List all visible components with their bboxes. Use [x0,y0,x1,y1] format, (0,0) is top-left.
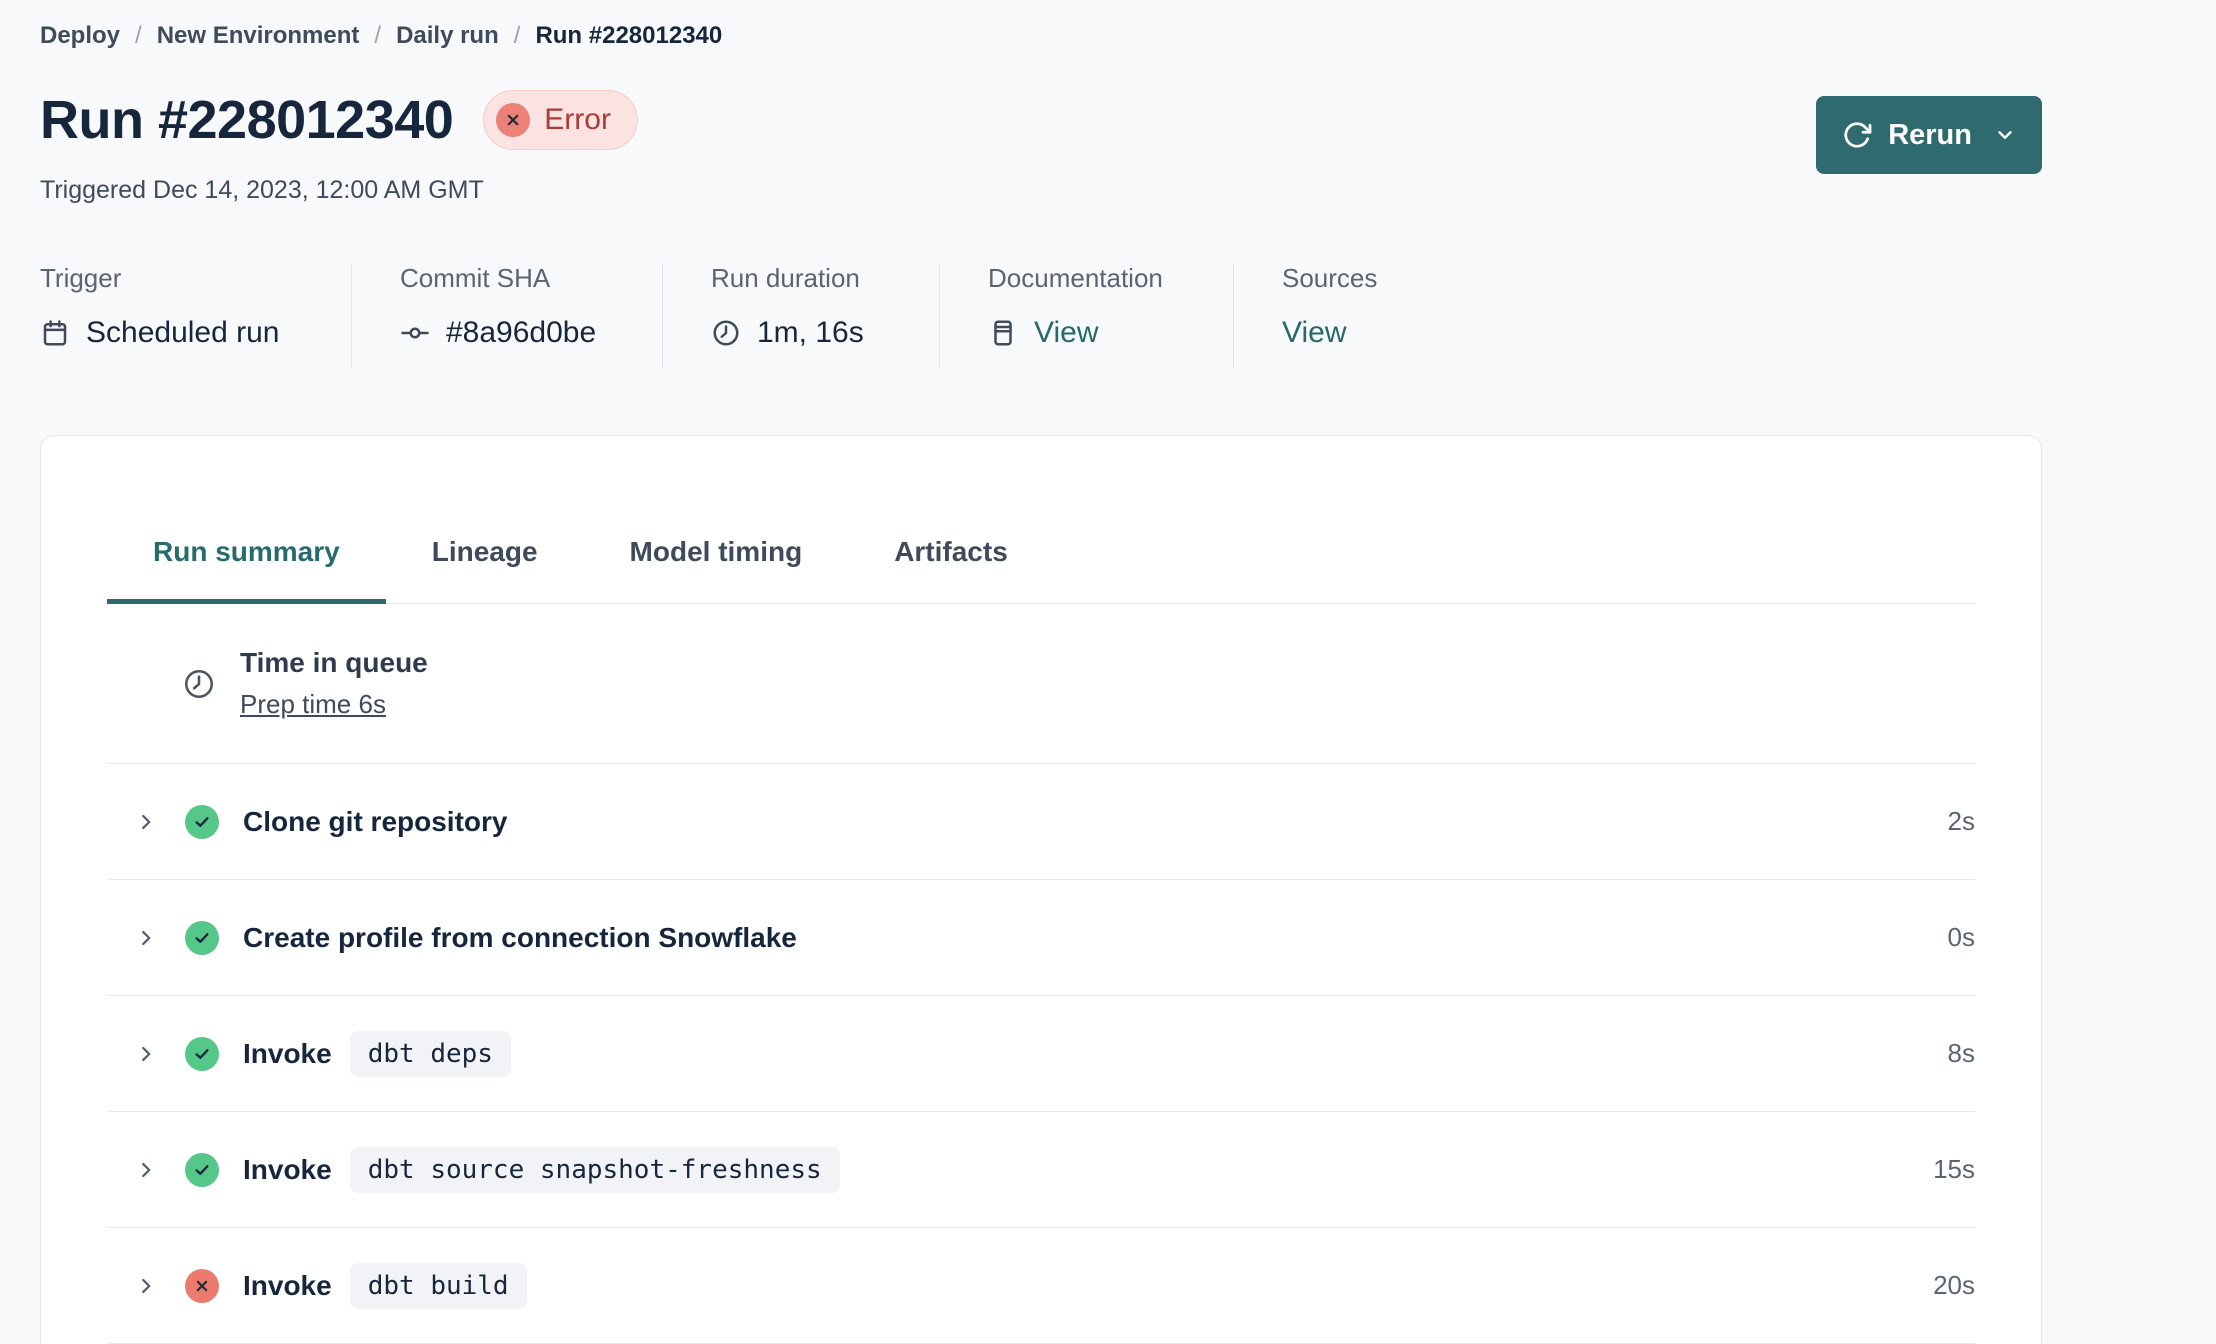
refresh-icon [1842,120,1872,150]
x-circle-icon [496,103,531,137]
chevron-down-icon[interactable] [1994,124,2016,146]
title-row: Run #228012340 Error [40,90,638,150]
meta-trigger: Trigger Scheduled run [40,263,352,369]
step-duration: 15s [1933,1154,1975,1184]
rerun-button[interactable]: Rerun [1816,96,2042,174]
step-command-chip: dbt deps [349,1030,511,1077]
documentation-view-link[interactable]: View [1034,316,1098,350]
meta-label: Commit SHA [400,263,551,293]
tab-lineage[interactable]: Lineage [386,500,584,603]
step-duration: 20s [1933,1270,1975,1300]
chevron-right-icon[interactable] [135,811,157,833]
page-title: Run #228012340 [40,90,454,150]
check-circle-icon [185,804,219,839]
x-circle-icon [185,1268,219,1303]
breadcrumb-separator: / [513,22,521,49]
step-label: Clone git repository [243,805,508,837]
step-row-dbt-deps[interactable]: Invoke dbt deps 8s [107,996,1975,1112]
chevron-right-icon[interactable] [135,1043,157,1065]
meta-label: Documentation [988,263,1163,293]
check-circle-icon [185,920,219,955]
tab-run-summary[interactable]: Run summary [107,500,386,604]
meta-label: Trigger [40,263,122,293]
breadcrumb-separator: / [135,22,142,49]
meta-commit-sha: Commit SHA #8a96d0be [352,263,663,369]
run-summary-card: Run summary Lineage Model timing Artifac… [40,435,2042,1344]
breadcrumb: Deploy / New Environment / Daily run / R… [40,22,2042,50]
tab-bar: Run summary Lineage Model timing Artifac… [107,500,1975,604]
rerun-button-label: Rerun [1888,118,1972,151]
step-duration: 8s [1947,1038,1975,1068]
run-meta-strip: Trigger Scheduled run Commit SHA #8a96d0… [40,263,2042,369]
step-duration: 2s [1947,806,1975,836]
commit-sha-value: #8a96d0be [446,316,597,349]
document-icon [988,318,1018,348]
run-duration-value: 1m, 16s [757,316,864,349]
status-badge-label: Error [544,103,611,136]
step-label: Invoke [243,1269,332,1301]
step-row-dbt-build[interactable]: Invoke dbt build 20s [107,1228,1975,1344]
meta-sources: Sources View [1234,263,1425,369]
chevron-right-icon[interactable] [135,927,157,949]
check-circle-icon [185,1152,219,1187]
step-label: Invoke [243,1153,332,1185]
commit-icon [400,318,430,348]
step-row-clone-git[interactable]: Clone git repository 2s [107,764,1975,880]
check-circle-icon [185,1036,219,1071]
status-badge: Error [483,90,638,150]
time-in-queue-title: Time in queue [240,647,428,678]
prep-time-link[interactable]: Prep time 6s [240,689,386,720]
meta-label: Sources [1282,263,1378,293]
breadcrumb-environment[interactable]: New Environment [157,22,360,50]
clock-icon [182,667,216,701]
chevron-right-icon[interactable] [135,1275,157,1297]
triggered-timestamp: Triggered Dec 14, 2023, 12:00 AM GMT [40,176,484,204]
step-label: Invoke [243,1037,332,1069]
run-detail-page: Deploy / New Environment / Daily run / R… [0,0,2082,1344]
time-in-queue-section: Time in queue Prep time 6s [107,604,1975,764]
breadcrumb-separator: / [374,22,382,49]
step-row-source-freshness[interactable]: Invoke dbt source snapshot-freshness 15s [107,1112,1975,1228]
step-command-chip: dbt build [349,1262,527,1309]
tab-model-timing[interactable]: Model timing [584,500,849,603]
clock-icon [711,318,741,348]
step-duration: 0s [1947,922,1975,952]
trigger-value: Scheduled run [86,316,280,349]
meta-run-duration: Run duration 1m, 16s [663,263,940,369]
chevron-right-icon[interactable] [135,1159,157,1181]
breadcrumb-deploy[interactable]: Deploy [40,22,120,50]
tab-artifacts[interactable]: Artifacts [848,500,1054,603]
step-command-chip: dbt source snapshot-freshness [349,1146,840,1193]
step-label: Create profile from connection Snowflake [243,921,797,953]
header: Run #228012340 Error Triggered Dec 14, 2… [40,90,2042,205]
sources-view-link[interactable]: View [1282,316,1346,350]
meta-label: Run duration [711,263,860,293]
breadcrumb-job[interactable]: Daily run [396,22,499,50]
step-row-create-profile[interactable]: Create profile from connection Snowflake… [107,880,1975,996]
breadcrumb-run-current: Run #228012340 [535,22,723,49]
meta-documentation: Documentation View [940,263,1234,369]
header-left: Run #228012340 Error Triggered Dec 14, 2… [40,90,638,205]
calendar-icon [40,318,70,348]
